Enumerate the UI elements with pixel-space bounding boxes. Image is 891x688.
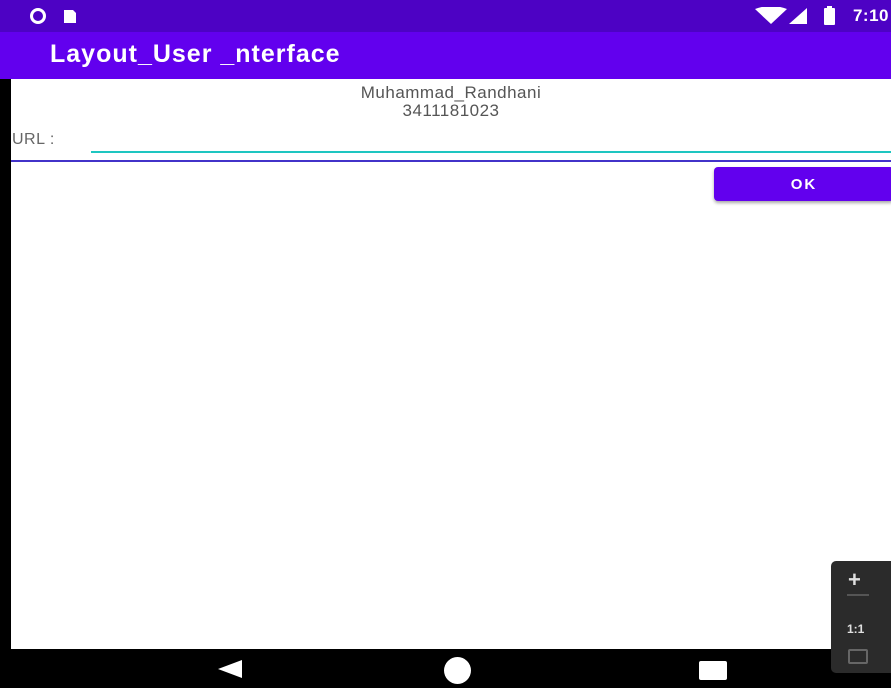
zoom-in-button[interactable]: + [848, 567, 861, 593]
screen-left-edge [0, 79, 11, 688]
navigation-bar [11, 649, 891, 688]
app-bar: Layout_User _nterface [0, 32, 891, 79]
sd-card-icon [64, 10, 76, 23]
status-right-icons: 7:10 [754, 4, 891, 28]
status-left-icons [30, 8, 100, 24]
back-icon[interactable] [218, 660, 242, 678]
signal-icon [788, 8, 807, 24]
recents-icon[interactable] [699, 661, 727, 680]
student-name: Muhammad_Randhani [360, 83, 542, 102]
url-input[interactable] [91, 131, 891, 153]
status-time: 7:10 [852, 6, 889, 25]
divider [11, 160, 891, 162]
zoom-out-button[interactable] [847, 594, 869, 596]
status-bar: 7:10 [0, 0, 891, 32]
wifi-icon [754, 7, 787, 24]
zoom-controls: + 1:1 [831, 561, 891, 673]
home-icon[interactable] [444, 657, 471, 684]
ok-button[interactable]: OK [714, 167, 891, 201]
zoom-reset-button[interactable]: 1:1 [847, 622, 864, 636]
circle-indicator-icon [30, 8, 76, 24]
battery-icon [823, 6, 835, 25]
fit-screen-icon[interactable] [848, 649, 868, 664]
url-label: URL : [12, 131, 55, 148]
app-title: Layout_User _nterface [50, 40, 341, 68]
student-id: 3411181023 [402, 101, 500, 120]
main-content: Muhammad_Randhani 3411181023 URL : OK [11, 79, 891, 649]
